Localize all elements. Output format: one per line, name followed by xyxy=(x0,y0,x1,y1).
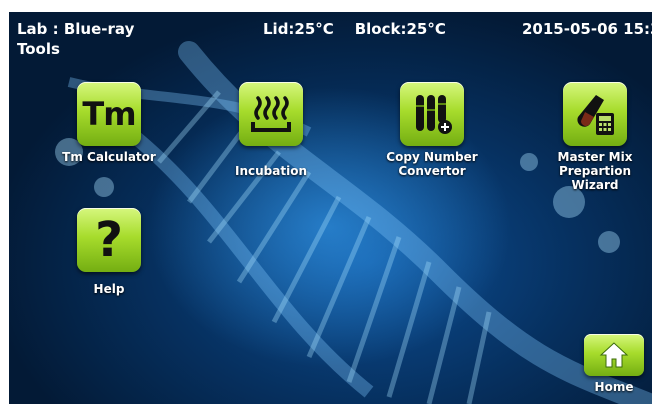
copy-number-convertor-app[interactable]: Copy Number Convertor xyxy=(372,82,492,178)
house-icon[interactable] xyxy=(584,334,644,376)
help-app[interactable]: ? Help xyxy=(49,208,169,296)
home-label: Home xyxy=(594,380,634,394)
master-mix-wizard-label: Master Mix Prepartion Wizard xyxy=(557,150,633,192)
desktop-screen: Lab : Blue-ray Tools Lid:25°C Block:25°C… xyxy=(9,12,652,404)
incubation-heat-icon[interactable] xyxy=(239,82,303,146)
master-mix-wizard-app[interactable]: Master Mix Prepartion Wizard xyxy=(535,82,652,192)
tm-calculator-label: Tm Calculator xyxy=(62,150,156,164)
lab-title: Lab : Blue-ray Tools xyxy=(17,20,135,58)
datetime-display: 2015-05-06 15:30 xyxy=(522,20,652,38)
block-temperature: Block:25°C xyxy=(354,20,446,38)
incubation-label: Incubation xyxy=(235,164,307,178)
flask-calculator-icon[interactable] xyxy=(563,82,627,146)
tm-calculator-app[interactable]: Tm Tm Calculator xyxy=(49,82,169,164)
home-button[interactable]: Home xyxy=(579,334,649,394)
test-tubes-icon[interactable] xyxy=(400,82,464,146)
tm-icon[interactable]: Tm xyxy=(77,82,141,146)
incubation-app[interactable]: Incubation xyxy=(211,82,331,178)
copy-number-convertor-label: Copy Number Convertor xyxy=(386,150,478,178)
lid-temperature: Lid:25°C xyxy=(263,20,334,38)
question-mark-icon[interactable]: ? xyxy=(77,208,141,272)
temperature-readout: Lid:25°C Block:25°C xyxy=(263,20,446,38)
help-label: Help xyxy=(93,282,125,296)
